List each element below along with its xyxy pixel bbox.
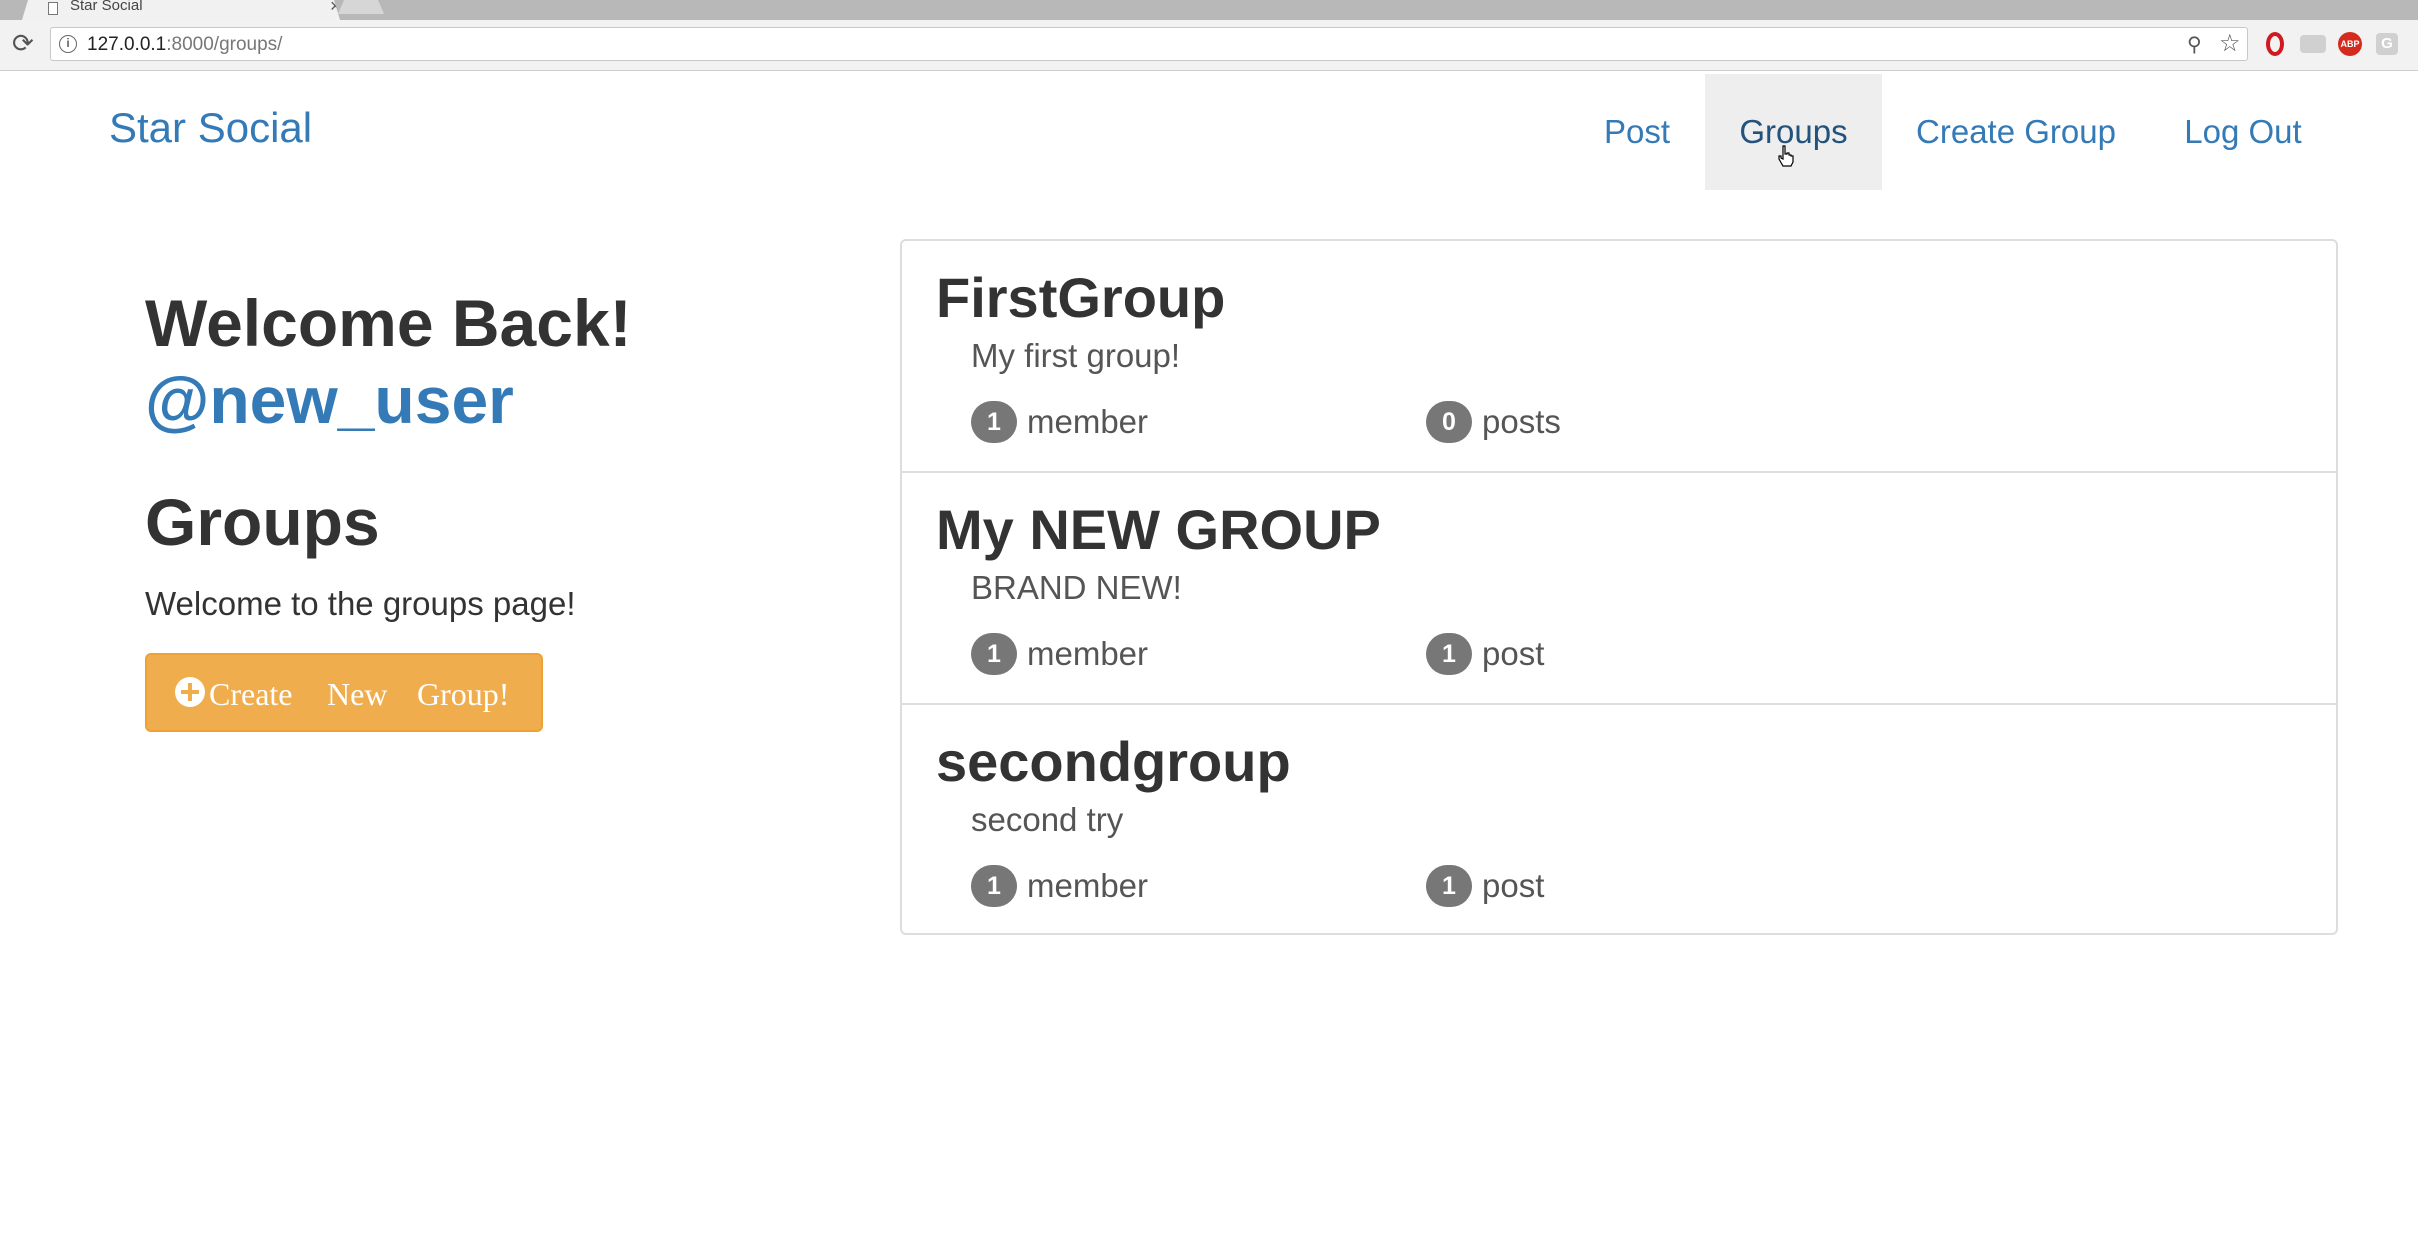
group-name[interactable]: secondgroup: [936, 730, 1291, 794]
create-button-word: Group!: [417, 676, 510, 712]
browser-tabstrip: Star Social ×: [0, 0, 2418, 20]
plus-circle-icon: [175, 677, 205, 707]
opera-extension-icon[interactable]: [2266, 32, 2284, 56]
member-count-badge: 1: [971, 633, 1017, 675]
post-count: 0 posts: [1426, 401, 1561, 443]
post-label: post: [1482, 867, 1545, 904]
new-tab-button[interactable]: [338, 0, 384, 14]
adblock-plus-icon[interactable]: ABP: [2338, 32, 2362, 56]
group-description: second try: [971, 801, 1124, 838]
url-text: 127.0.0.1:8000/groups/: [87, 34, 282, 56]
bookmark-star-icon[interactable]: ☆: [2219, 29, 2241, 58]
post-count-badge: 1: [1426, 865, 1472, 907]
brand-link[interactable]: Star Social: [109, 104, 312, 152]
group-name[interactable]: My NEW GROUP: [936, 498, 1381, 562]
member-label: member: [1027, 867, 1149, 904]
tab-title: Star Social: [70, 0, 143, 14]
zoom-icon[interactable]: ⚲: [2187, 32, 2202, 57]
create-button-word: Create: [209, 676, 293, 712]
post-label: posts: [1482, 403, 1561, 440]
cast-extension-icon[interactable]: [2300, 35, 2326, 53]
post-count: 1 post: [1426, 865, 1544, 907]
groups-intro-text: Welcome to the groups page!: [145, 585, 576, 622]
group-description: My first group!: [971, 337, 1181, 374]
group-description: BRAND NEW!: [971, 569, 1182, 606]
post-count-badge: 1: [1426, 633, 1472, 675]
browser-toolbar: ⟳ i 127.0.0.1:8000/groups/ ⚲ ☆ ABP G: [0, 20, 2418, 71]
post-label: post: [1482, 635, 1545, 672]
nav-post[interactable]: Post: [1580, 74, 1694, 190]
member-count-badge: 1: [971, 865, 1017, 907]
member-count: 1 member: [971, 633, 1148, 675]
nav-log-out[interactable]: Log Out: [2163, 74, 2323, 190]
tab-close-icon[interactable]: ×: [330, 0, 340, 17]
username-link[interactable]: @new_user: [145, 362, 514, 438]
g-extension-icon[interactable]: G: [2376, 33, 2398, 55]
member-label: member: [1027, 403, 1149, 440]
group-item-my-new-group[interactable]: My NEW GROUP BRAND NEW! 1 member 1 post: [902, 471, 2336, 703]
group-list: FirstGroup My first group! 1 member 0 post…: [900, 239, 2338, 935]
nav-groups[interactable]: Groups: [1705, 74, 1882, 190]
post-count-badge: 0: [1426, 401, 1472, 443]
url-host: 127.0.0.1: [87, 34, 167, 55]
create-button-word: New: [327, 676, 388, 712]
site-info-icon[interactable]: i: [59, 35, 77, 53]
nav-create-group[interactable]: Create Group: [1893, 74, 2139, 190]
welcome-heading: Welcome Back!: [145, 286, 632, 360]
url-path: :8000/groups/: [166, 34, 283, 55]
address-bar[interactable]: i 127.0.0.1:8000/groups/ ⚲ ☆: [50, 27, 2248, 61]
group-name[interactable]: FirstGroup: [936, 266, 1225, 330]
member-count: 1 member: [971, 401, 1148, 443]
member-count: 1 member: [971, 865, 1148, 907]
member-count-badge: 1: [971, 401, 1017, 443]
browser-tab[interactable]: Star Social ×: [22, 0, 340, 20]
reload-icon[interactable]: ⟳: [12, 28, 34, 58]
group-item-firstgroup[interactable]: FirstGroup My first group! 1 member 0 post…: [902, 241, 2336, 471]
create-new-group-button[interactable]: Create New Group!: [145, 653, 543, 732]
groups-heading: Groups: [145, 485, 380, 559]
group-item-secondgroup[interactable]: secondgroup second try 1 member 1 post: [902, 703, 2336, 935]
post-count: 1 post: [1426, 633, 1544, 675]
page-favicon-icon: [48, 2, 58, 15]
member-label: member: [1027, 635, 1149, 672]
